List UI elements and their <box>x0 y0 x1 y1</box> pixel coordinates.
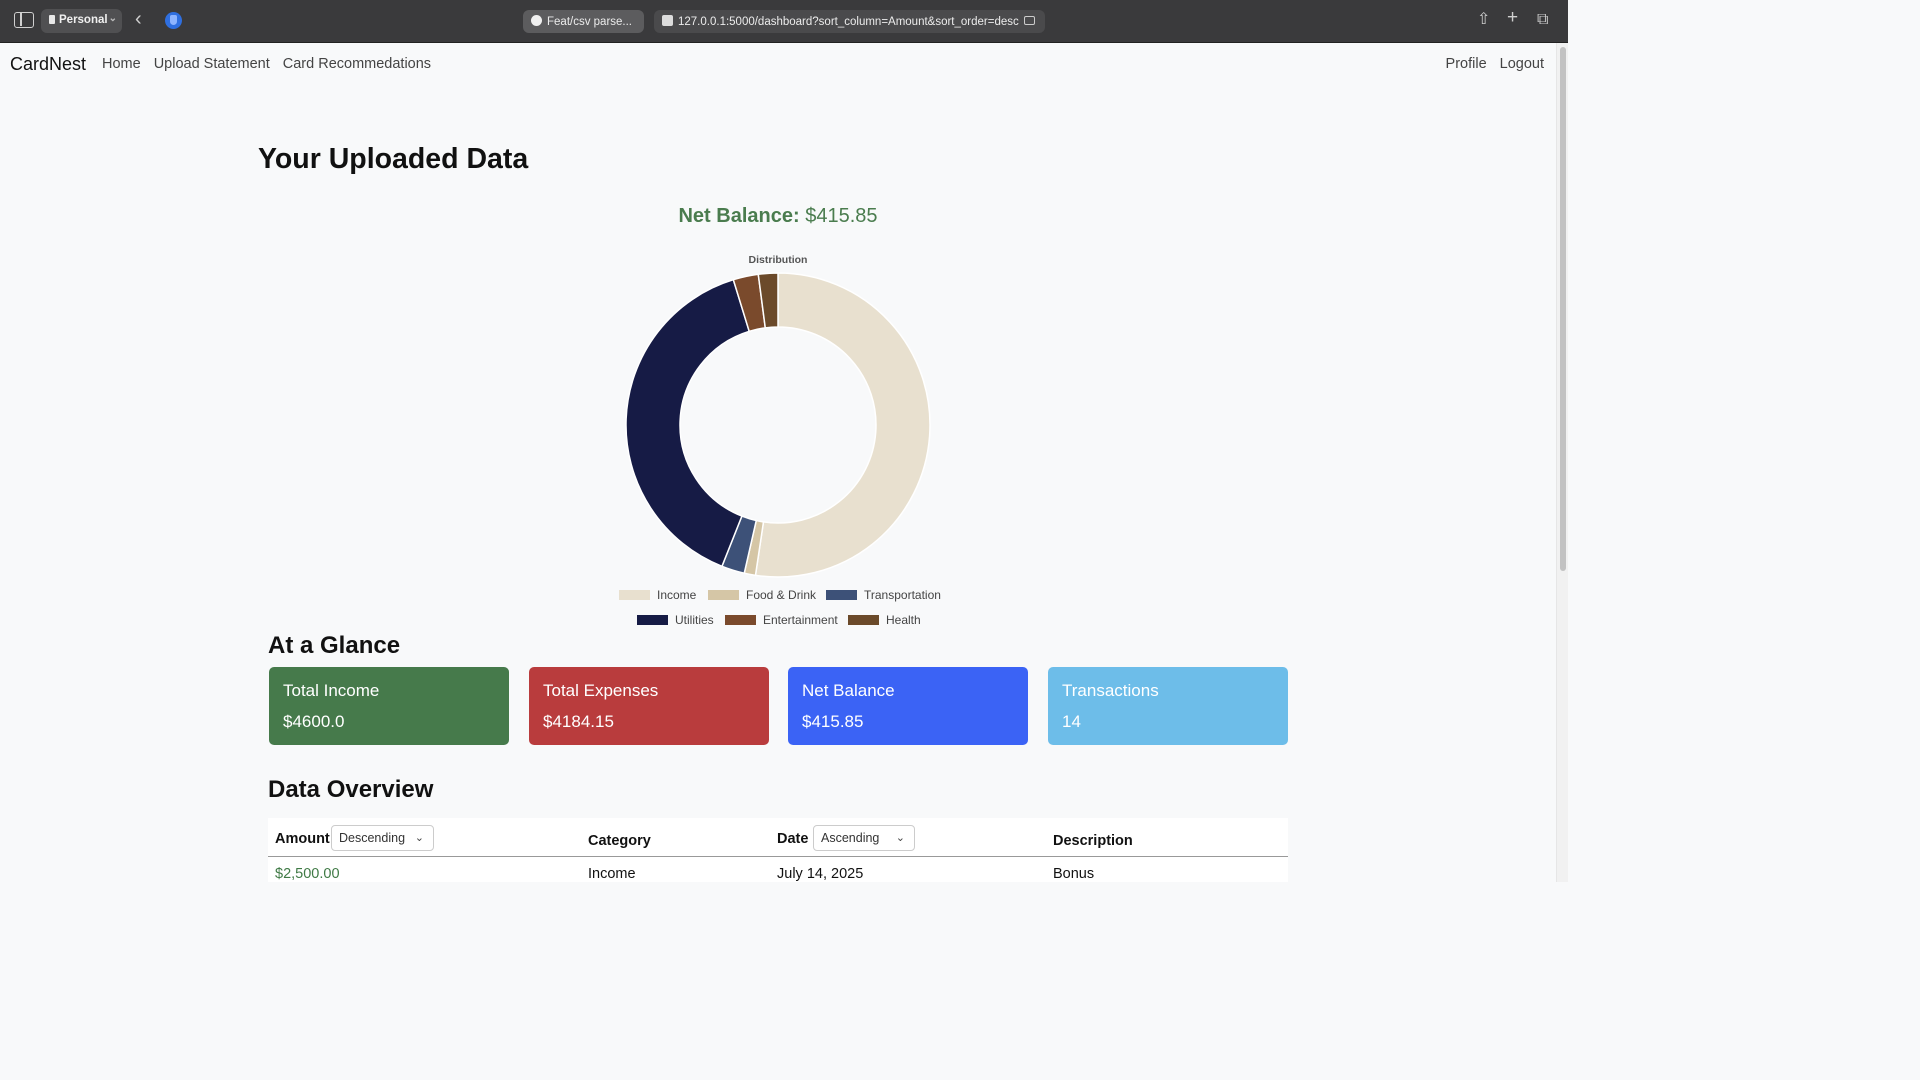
tab-overview-icon[interactable]: ⧉ <box>1537 12 1548 28</box>
total-income-card: Total Income $4600.0 <box>269 667 509 745</box>
page-title: Your Uploaded Data <box>258 143 529 175</box>
chevron-down-icon: ⌄ <box>414 832 424 844</box>
nav-links: Home Upload Statement Card Recommedation… <box>102 56 431 72</box>
card-title: Total Expenses <box>543 681 659 700</box>
cell-amount: $2,500.00 <box>275 866 340 882</box>
share-icon[interactable]: ⇧ <box>1477 12 1490 28</box>
card-value: $415.85 <box>802 712 864 731</box>
date-sort-value: Ascending <box>821 831 880 845</box>
page-scrollbar[interactable] <box>1556 43 1568 882</box>
data-overview-heading: Data Overview <box>268 776 434 803</box>
date-sort-select[interactable]: Ascending ⌄ <box>813 825 915 851</box>
description-header: Description <box>1053 833 1133 849</box>
site-icon <box>662 15 673 26</box>
distribution-chart: Distribution Income Food & Drink Transport… <box>619 254 941 627</box>
amount-sort-select[interactable]: Descending ⌄ <box>331 825 434 851</box>
net-balance-label: Net Balance: <box>678 205 800 227</box>
card-value: $4184.15 <box>543 712 614 731</box>
legend-label[interactable]: Entertainment <box>763 613 838 627</box>
table-header: Amount Descending ⌄ Category Date Ascend… <box>268 818 1288 857</box>
app-navbar: CardNest Home Upload Statement Card Reco… <box>0 43 1556 85</box>
tab-label: Feat/csv parse... <box>547 16 633 28</box>
net-balance-value: $415.85 <box>805 205 878 227</box>
profile-label: Personal <box>59 14 108 26</box>
slice-income[interactable] <box>754 272 931 578</box>
legend-swatch[interactable] <box>848 615 879 625</box>
legend-label[interactable]: Income <box>657 588 697 602</box>
legend-swatch[interactable] <box>619 590 650 600</box>
cell-category: Income <box>588 866 636 882</box>
card-value: 14 <box>1062 712 1081 731</box>
address-url: 127.0.0.1:5000/dashboard?sort_column=Amo… <box>678 16 1019 28</box>
net-balance-card: Net Balance $415.85 <box>788 667 1028 745</box>
nav-user-links: Profile Logout <box>1446 56 1544 72</box>
reader-view-icon[interactable] <box>1024 16 1035 25</box>
back-arrow-icon[interactable]: ‹ <box>135 9 142 29</box>
date-header: Date <box>777 831 809 847</box>
total-expenses-card: Total Expenses $4184.15 <box>529 667 769 745</box>
transactions-card: Transactions 14 <box>1048 667 1288 745</box>
card-title: Total Income <box>283 681 380 700</box>
tab-github[interactable]: Feat/csv parse... <box>523 10 644 33</box>
github-icon <box>531 15 542 26</box>
card-value: $4600.0 <box>283 712 345 731</box>
legend-label[interactable]: Transportation <box>864 588 941 602</box>
nav-profile[interactable]: Profile <box>1446 56 1487 72</box>
legend-label[interactable]: Health <box>886 613 921 627</box>
legend-swatch[interactable] <box>637 615 668 625</box>
cell-description: Bonus <box>1053 866 1095 882</box>
legend-swatch[interactable] <box>725 615 756 625</box>
profile-icon <box>49 15 55 24</box>
category-header: Category <box>588 833 651 849</box>
card-title: Transactions <box>1062 681 1159 700</box>
at-a-glance-heading: At a Glance <box>268 632 401 659</box>
address-bar[interactable]: 127.0.0.1:5000/dashboard?sort_column=Amo… <box>654 10 1045 33</box>
cell-date: July 14, 2025 <box>777 866 864 882</box>
chart-title: Distribution <box>749 254 808 266</box>
legend-label[interactable]: Utilities <box>675 613 714 627</box>
legend-swatch[interactable] <box>826 590 857 600</box>
chevron-down-icon: ⌄ <box>895 832 905 844</box>
sidebar-toggle-icon[interactable] <box>14 12 34 28</box>
net-balance-heading: Net Balance: $415.85 <box>0 205 1556 228</box>
scrollbar-thumb[interactable] <box>1560 47 1566 571</box>
nav-upload-statement[interactable]: Upload Statement <box>154 56 270 72</box>
slice-utilities[interactable] <box>625 278 751 568</box>
card-title: Net Balance <box>802 681 895 700</box>
profile-selector[interactable]: Personal ⌄ <box>41 9 122 33</box>
nav-logout[interactable]: Logout <box>1500 56 1544 72</box>
new-tab-icon[interactable]: + <box>1507 8 1518 27</box>
privacy-shield-icon[interactable] <box>165 12 182 29</box>
transactions-table: Amount Descending ⌄ Category Date Ascend… <box>268 818 1288 882</box>
amount-header: Amount <box>275 831 330 847</box>
nav-card-recommendations[interactable]: Card Recommedations <box>283 56 431 72</box>
browser-toolbar: Personal ⌄ ‹ Feat/csv parse... 127.0.0.1… <box>0 0 1568 43</box>
legend-label[interactable]: Food & Drink <box>746 588 817 602</box>
nav-home[interactable]: Home <box>102 56 141 72</box>
brand-logo[interactable]: CardNest <box>10 54 86 75</box>
chevron-down-icon: ⌄ <box>108 13 117 24</box>
amount-sort-value: Descending <box>339 831 406 845</box>
legend-swatch[interactable] <box>708 590 739 600</box>
